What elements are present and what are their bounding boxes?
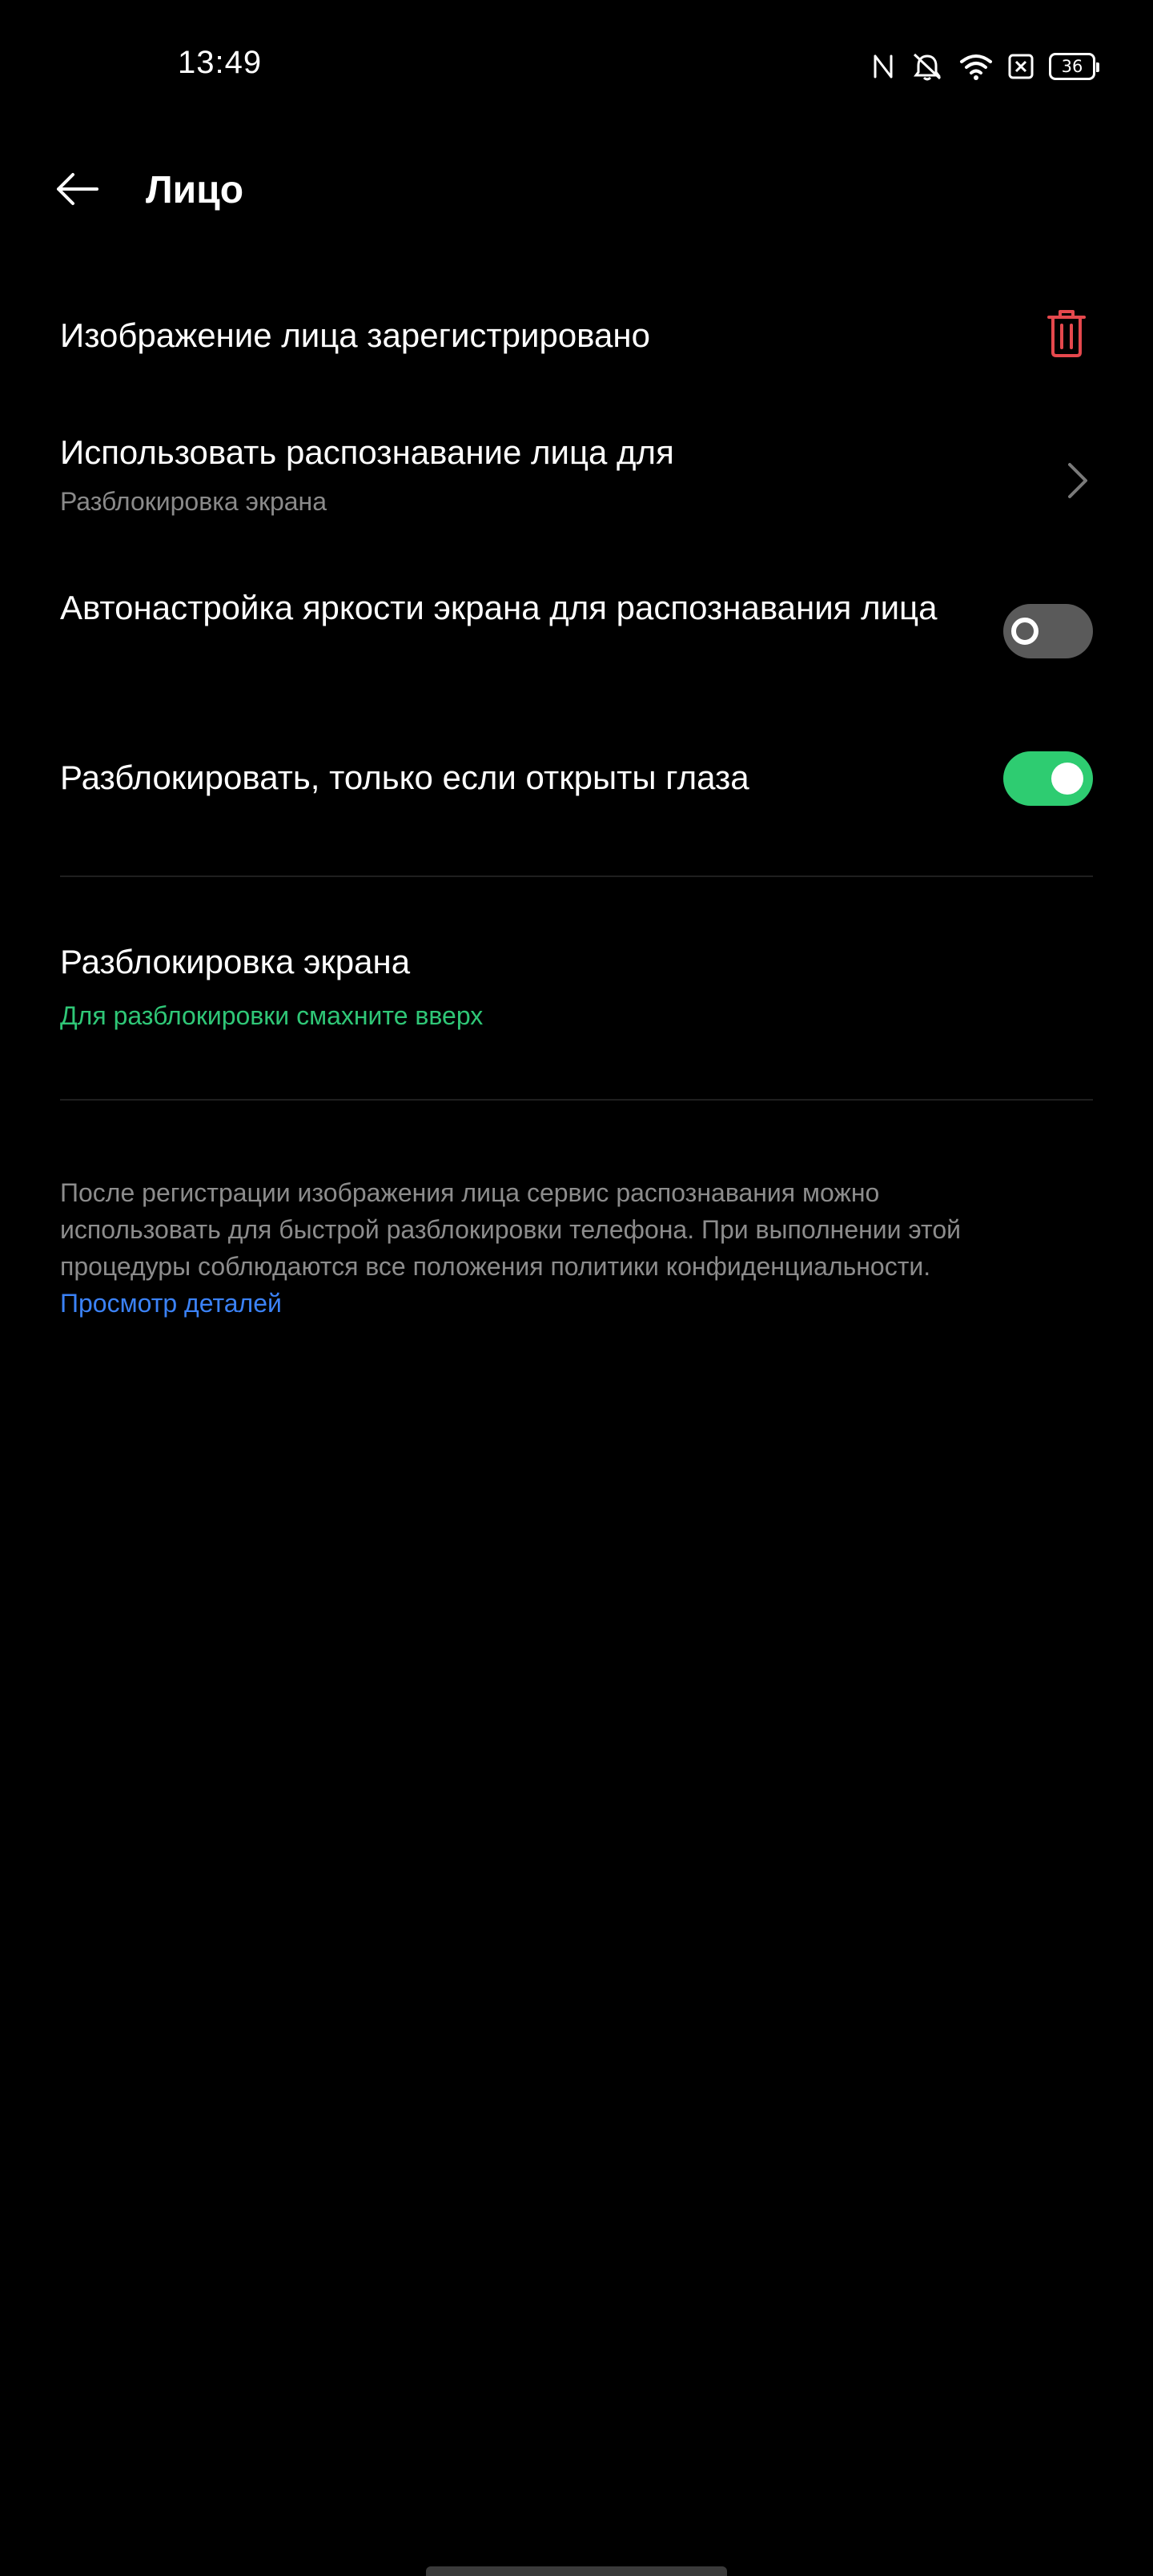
eyes-open-row: Разблокировать, только если открыты глаз… (0, 745, 1153, 825)
auto-brightness-row: Автонастройка яркости экрана для распозн… (0, 583, 1153, 695)
use-face-for-row[interactable]: Использовать распознавание лица для Разб… (0, 425, 1153, 529)
trash-icon (1043, 310, 1091, 362)
face-registered-row: Изображение лица зарегистрировано (0, 296, 1153, 373)
toggle-knob (1051, 763, 1083, 795)
eyes-open-toggle[interactable] (1003, 751, 1093, 806)
divider (60, 875, 1093, 877)
privacy-info-body: После регистрации изображения лица серви… (60, 1178, 962, 1281)
use-face-for-subtitle: Разблокировка экрана (60, 487, 327, 516)
face-registered-title: Изображение лица зарегистрировано (60, 316, 650, 354)
sim-disabled-icon (1007, 53, 1034, 80)
back-button[interactable] (50, 167, 106, 215)
eyes-open-title: Разблокировать, только если открыты глаз… (60, 759, 749, 796)
status-icons: 36 (871, 48, 1099, 85)
auto-brightness-toggle[interactable] (1003, 604, 1093, 658)
home-indicator[interactable] (426, 2566, 727, 2576)
delete-face-button[interactable] (1043, 308, 1091, 359)
status-bar: 13:49 36 (0, 0, 1153, 133)
wifi-icon (959, 52, 993, 81)
nfc-icon (871, 53, 895, 80)
status-time: 13:49 (178, 45, 263, 80)
view-details-link[interactable]: Просмотр деталей (60, 1289, 282, 1318)
use-face-for-title: Использовать распознавание лица для (60, 433, 674, 471)
chevron-right-icon (1062, 457, 1094, 505)
toggle-knob (1011, 618, 1039, 645)
header: Лицо (0, 144, 1153, 237)
screen-unlock-title: Разблокировка экрана (60, 943, 411, 980)
silent-bell-icon (910, 51, 945, 82)
page-title: Лицо (146, 169, 244, 211)
divider (60, 1099, 1093, 1101)
battery-icon: 36 (1049, 53, 1099, 80)
screen-unlock-row[interactable]: Разблокировка экрана Для разблокировки с… (0, 937, 1153, 1049)
privacy-info-text: После регистрации изображения лица серви… (60, 1174, 981, 1322)
screen-unlock-subtitle: Для разблокировки смахните вверх (60, 1001, 484, 1030)
auto-brightness-title: Автонастройка яркости экрана для распозн… (60, 589, 938, 626)
back-arrow-icon (55, 171, 100, 211)
